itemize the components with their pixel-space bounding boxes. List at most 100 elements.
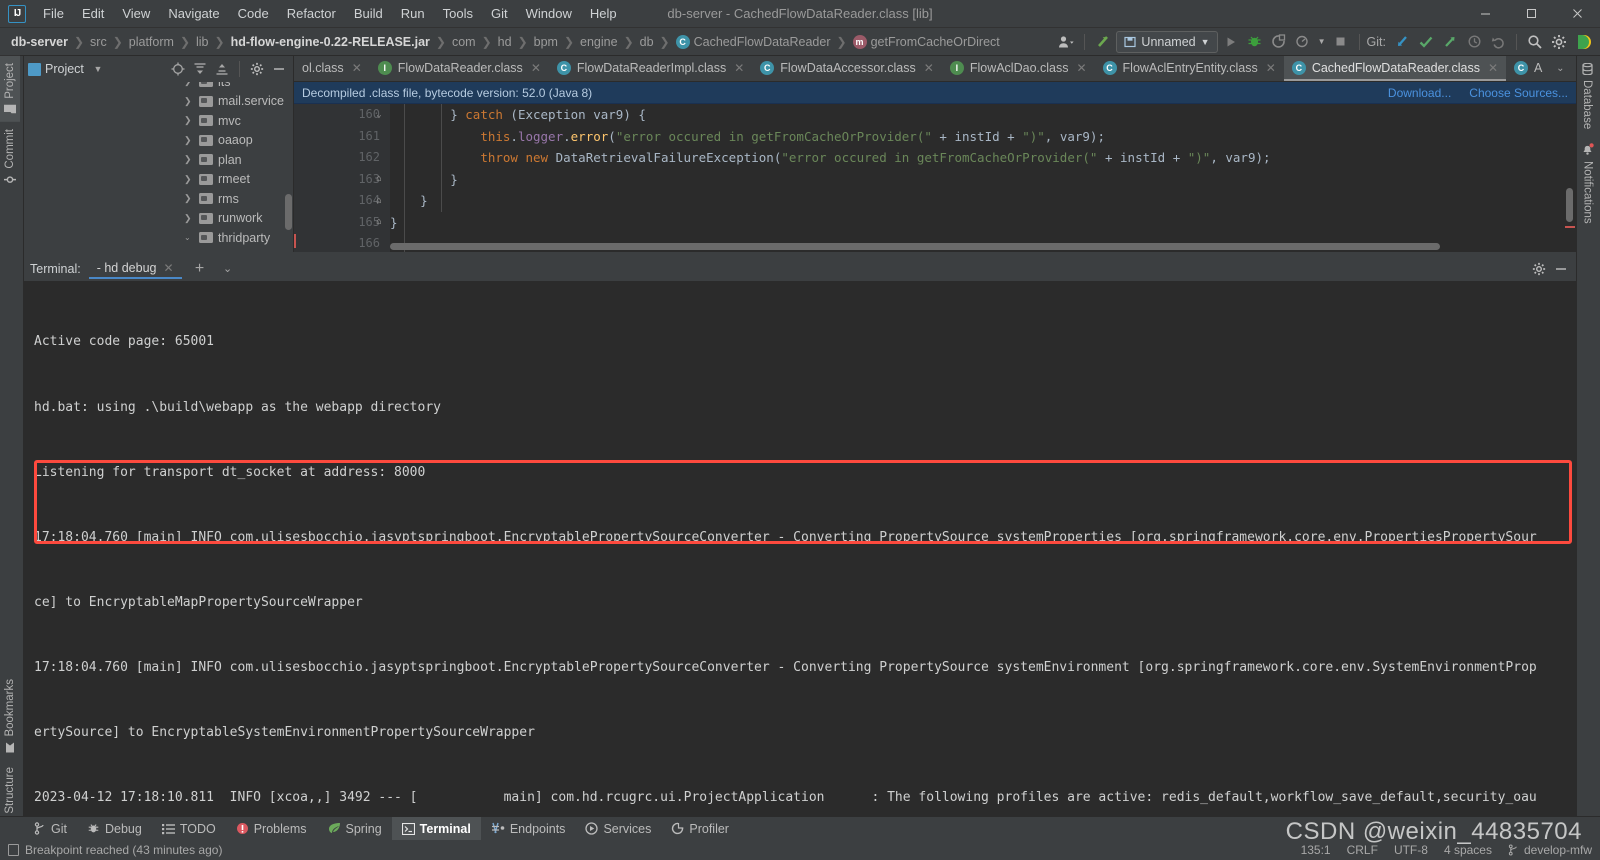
tool-window-terminal[interactable]: Terminal xyxy=(391,816,481,841)
breadcrumb-item-method[interactable]: m getFromCacheOrDirect xyxy=(850,34,1003,50)
chevron-right-icon[interactable]: ❯ xyxy=(184,82,194,87)
menu-code[interactable]: Code xyxy=(229,3,278,24)
tree-item-mvc[interactable]: ❯ mvc xyxy=(24,111,293,131)
select-opened-file-icon[interactable] xyxy=(168,59,188,79)
editor-tab-7[interactable]: C A xyxy=(1506,56,1550,81)
breadcrumb-item-hd[interactable]: hd xyxy=(495,34,515,50)
run-configuration-selector[interactable]: Unnamed ▼ xyxy=(1116,30,1218,53)
code-folding-gutter[interactable]: ⌄ ⌂ ⌂ ⌂ xyxy=(372,104,386,233)
sidebar-item-commit[interactable]: Commit xyxy=(0,122,20,193)
editor-tab-0[interactable]: ol.class ✕ xyxy=(294,56,370,81)
tree-item-rmeet[interactable]: ❯ rmeet xyxy=(24,170,293,190)
indent-setting[interactable]: 4 spaces xyxy=(1444,843,1492,857)
tool-window-todo[interactable]: TODO xyxy=(152,817,226,841)
editor-horizontal-scrollbar[interactable] xyxy=(390,243,1440,250)
chevron-down-icon[interactable]: ⌄ xyxy=(1550,59,1570,79)
fold-marker[interactable]: ⌂ xyxy=(372,212,386,234)
minimize-button[interactable] xyxy=(1462,0,1508,28)
menu-help[interactable]: Help xyxy=(581,3,626,24)
status-notification-icon[interactable] xyxy=(8,844,19,856)
tree-item-thridparty[interactable]: ⌄ thridparty xyxy=(24,228,293,248)
close-tab-icon[interactable]: ✕ xyxy=(734,61,744,75)
breadcrumb-item-platform[interactable]: platform xyxy=(126,34,177,50)
tool-window-spring[interactable]: Spring xyxy=(317,817,392,841)
project-tree-scrollbar[interactable] xyxy=(285,194,292,230)
tool-window-endpoints[interactable]: Endpoints xyxy=(481,817,576,841)
terminal-session-tab[interactable]: - hd debug ✕ xyxy=(88,258,182,279)
menu-file[interactable]: File xyxy=(34,3,73,24)
menu-git[interactable]: Git xyxy=(482,3,517,24)
debug-icon[interactable] xyxy=(1244,31,1266,53)
menu-navigate[interactable]: Navigate xyxy=(159,3,228,24)
chevron-down-icon[interactable]: ⌄ xyxy=(218,259,238,279)
tool-window-problems[interactable]: Problems xyxy=(226,817,317,841)
fold-marker[interactable]: ⌂ xyxy=(372,190,386,212)
menu-build[interactable]: Build xyxy=(345,3,392,24)
tree-item-oaaop[interactable]: ❯ oaaop xyxy=(24,131,293,151)
gear-icon[interactable] xyxy=(1529,259,1549,279)
tool-window-profiler[interactable]: Profiler xyxy=(661,817,739,841)
close-tab-icon[interactable]: ✕ xyxy=(352,61,362,75)
line-separator[interactable]: CRLF xyxy=(1347,843,1378,857)
close-button[interactable] xyxy=(1554,0,1600,28)
menu-edit[interactable]: Edit xyxy=(73,3,113,24)
build-icon[interactable] xyxy=(1092,31,1114,53)
breadcrumb-item-com[interactable]: com xyxy=(449,34,479,50)
close-tab-icon[interactable]: ✕ xyxy=(924,61,934,75)
error-stripe-marker[interactable] xyxy=(1565,226,1575,228)
editor-tab-flowacldao[interactable]: I FlowAclDao.class ✕ xyxy=(942,56,1095,81)
caret-position[interactable]: 135:1 xyxy=(1301,843,1331,857)
chevron-down-icon[interactable]: ▼ xyxy=(88,59,108,79)
close-tab-icon[interactable]: ✕ xyxy=(1266,61,1276,75)
tool-window-services[interactable]: Services xyxy=(575,817,661,841)
menu-view[interactable]: View xyxy=(113,3,159,24)
tree-item-mail-service[interactable]: ❯ mail.service xyxy=(24,92,293,112)
breadcrumb-item-lib[interactable]: lib xyxy=(193,34,212,50)
download-sources-link[interactable]: Download... xyxy=(1388,86,1451,100)
menu-run[interactable]: Run xyxy=(392,3,434,24)
menu-window[interactable]: Window xyxy=(517,3,581,24)
profile-dropdown-icon[interactable]: ▼ xyxy=(1316,31,1328,53)
git-update-icon[interactable] xyxy=(1391,31,1413,53)
chevron-right-icon[interactable]: ❯ xyxy=(184,135,194,146)
gear-icon[interactable] xyxy=(247,59,267,79)
sidebar-item-bookmarks[interactable]: Bookmarks xyxy=(0,672,20,761)
menu-tools[interactable]: Tools xyxy=(434,3,482,24)
editor-tab-flowaclentryentity[interactable]: C FlowAclEntryEntity.class ✕ xyxy=(1095,56,1284,81)
maximize-button[interactable] xyxy=(1508,0,1554,28)
choose-sources-link[interactable]: Choose Sources... xyxy=(1469,86,1568,100)
chevron-right-icon[interactable]: ❯ xyxy=(184,213,194,224)
git-branch-widget[interactable]: develop-mfw xyxy=(1508,843,1592,857)
git-push-icon[interactable] xyxy=(1439,31,1461,53)
editor-tab-flowdatareaderimpl[interactable]: C FlowDataReaderImpl.class ✕ xyxy=(549,56,752,81)
tree-item-runwork[interactable]: ❯ runwork xyxy=(24,209,293,229)
collapse-all-icon[interactable] xyxy=(212,59,232,79)
terminal-output[interactable]: Active code page: 65001 hd.bat: using .\… xyxy=(24,282,1576,822)
close-tab-icon[interactable]: ✕ xyxy=(1076,61,1086,75)
code-editor[interactable]: 160 161 162 163 164 165 166 ⌄ ⌂ ⌂ ⌂ } ca… xyxy=(294,104,1576,252)
tool-window-git[interactable]: Git xyxy=(24,817,77,841)
sidebar-item-database[interactable]: Database xyxy=(1577,56,1597,136)
breadcrumb-item-src[interactable]: src xyxy=(87,34,110,50)
fold-marker[interactable]: ⌂ xyxy=(372,169,386,191)
tree-item-lts[interactable]: ❯ lts xyxy=(24,82,293,92)
hide-panel-icon[interactable] xyxy=(269,59,289,79)
editor-tab-flowdataaccessor[interactable]: C FlowDataAccessor.class ✕ xyxy=(752,56,942,81)
fold-marker[interactable]: ⌄ xyxy=(372,104,386,126)
editor-tab-flowdatareader[interactable]: I FlowDataReader.class ✕ xyxy=(370,56,549,81)
close-tab-icon[interactable]: ✕ xyxy=(531,61,541,75)
git-rollback-icon[interactable] xyxy=(1487,31,1509,53)
chevron-right-icon[interactable]: ❯ xyxy=(184,174,194,185)
user-icon[interactable] xyxy=(1055,31,1077,53)
expand-all-icon[interactable] xyxy=(190,59,210,79)
editor-vertical-scrollbar[interactable] xyxy=(1566,188,1573,222)
new-session-icon[interactable]: + xyxy=(190,259,210,279)
breadcrumb-item-bpm[interactable]: bpm xyxy=(531,34,561,50)
git-history-icon[interactable] xyxy=(1463,31,1485,53)
gear-icon[interactable] xyxy=(1548,31,1570,53)
chevron-right-icon[interactable]: ❯ xyxy=(184,154,194,165)
editor-tab-cachedflowdatareader[interactable]: C CachedFlowDataReader.class ✕ xyxy=(1283,56,1507,81)
sidebar-item-project[interactable]: Project xyxy=(0,56,20,122)
search-icon[interactable] xyxy=(1524,31,1546,53)
project-tree[interactable]: ❯ lts ❯ mail.service ❯ mvc ❯ oaaop ❯ xyxy=(24,82,293,250)
